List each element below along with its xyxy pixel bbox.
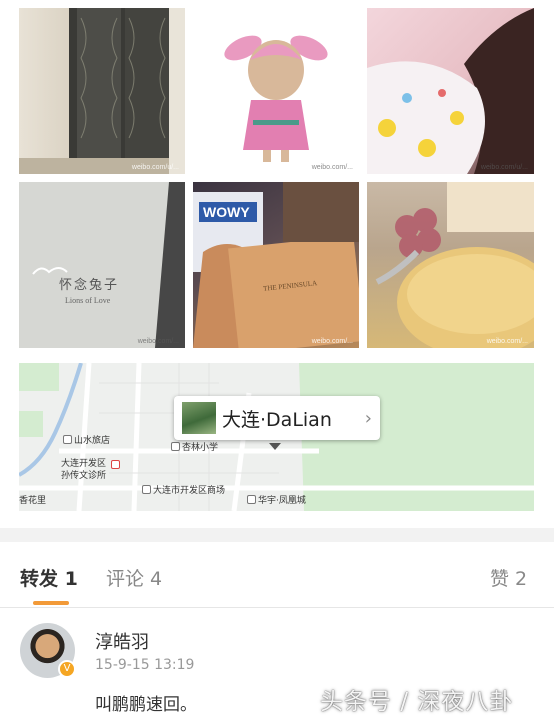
location-card[interactable]: 大连·DaLian › bbox=[174, 396, 380, 440]
photo-cake[interactable]: weibo.com/... bbox=[367, 182, 534, 348]
location-title: 大连·DaLian bbox=[222, 408, 332, 431]
map-label-clinic-name: 孙传文诊所 bbox=[61, 471, 107, 481]
photo-watermark: weibo.com/... bbox=[311, 164, 353, 171]
book-title: 怀念兔子 bbox=[59, 278, 120, 293]
location-map[interactable]: 山水旅店 杏林小学 大连开发区 孙传文诊所 大连市开发区商场 华宇·凤凰城 香花… bbox=[19, 363, 534, 511]
section-divider bbox=[0, 528, 554, 542]
photo-watermark: weibo.com/... bbox=[486, 338, 528, 345]
map-label-city: 华宇·凤凰城 bbox=[247, 493, 306, 506]
comment-timestamp: 15-9-15 13:19 bbox=[95, 657, 195, 673]
photo-door[interactable]: weibo.com/u/... bbox=[19, 8, 185, 174]
map-label-inn: 山水旅店 bbox=[63, 433, 110, 446]
verified-badge-icon: V bbox=[58, 660, 76, 678]
poi-icon bbox=[171, 442, 180, 451]
location-thumbnail bbox=[182, 402, 216, 434]
comment-username[interactable]: 淳皓羽 bbox=[95, 628, 149, 654]
photo-sleeping-girl[interactable]: weibo.com/u/... bbox=[367, 8, 534, 174]
tab-like[interactable]: 赞 2 bbox=[490, 564, 527, 591]
gift-box-brand: WOWY bbox=[203, 204, 250, 220]
photo-watermark: weibo.com/... bbox=[311, 338, 353, 345]
photo-watermark: weibo.com/u/... bbox=[131, 164, 179, 171]
photo-bunny-figure[interactable]: weibo.com/... bbox=[193, 8, 359, 174]
bunny-figure-illustration bbox=[224, 35, 328, 162]
active-tab-indicator bbox=[33, 601, 69, 605]
book-cover-illustration bbox=[32, 182, 185, 348]
map-label-mall: 大连市开发区商场 bbox=[142, 483, 225, 496]
chevron-right-icon: › bbox=[364, 407, 372, 429]
tab-comment[interactable]: 评论 4 bbox=[106, 564, 162, 591]
interaction-tabs: 转发 1 评论 4 赞 2 bbox=[0, 542, 554, 608]
poi-icon bbox=[63, 435, 72, 444]
map-label-school: 杏林小学 bbox=[171, 440, 218, 453]
photo-book-cover[interactable]: 怀念兔子 Lions of Love weibo.com/... bbox=[19, 182, 185, 348]
tab-repost[interactable]: 转发 1 bbox=[20, 564, 78, 591]
book-subtitle: Lions of Love bbox=[65, 296, 111, 305]
watermark-overlay: 头条号 / 深夜八卦 bbox=[320, 689, 514, 715]
comment-text: 叫鹏鹏速回。 bbox=[95, 695, 197, 715]
cake-illustration bbox=[375, 182, 534, 348]
map-label-garden: 香花里 bbox=[19, 496, 47, 506]
photo-watermark: weibo.com/u/... bbox=[480, 164, 528, 171]
door-illustration bbox=[19, 8, 185, 174]
poi-icon bbox=[247, 495, 256, 504]
hospital-icon bbox=[111, 460, 122, 471]
sleeping-girl-illustration bbox=[367, 8, 534, 174]
photo-gift-box[interactable]: WOWY THE PENINSULA weibo.com/... bbox=[193, 182, 359, 348]
photo-watermark: weibo.com/... bbox=[137, 338, 179, 345]
poi-icon bbox=[142, 485, 151, 494]
